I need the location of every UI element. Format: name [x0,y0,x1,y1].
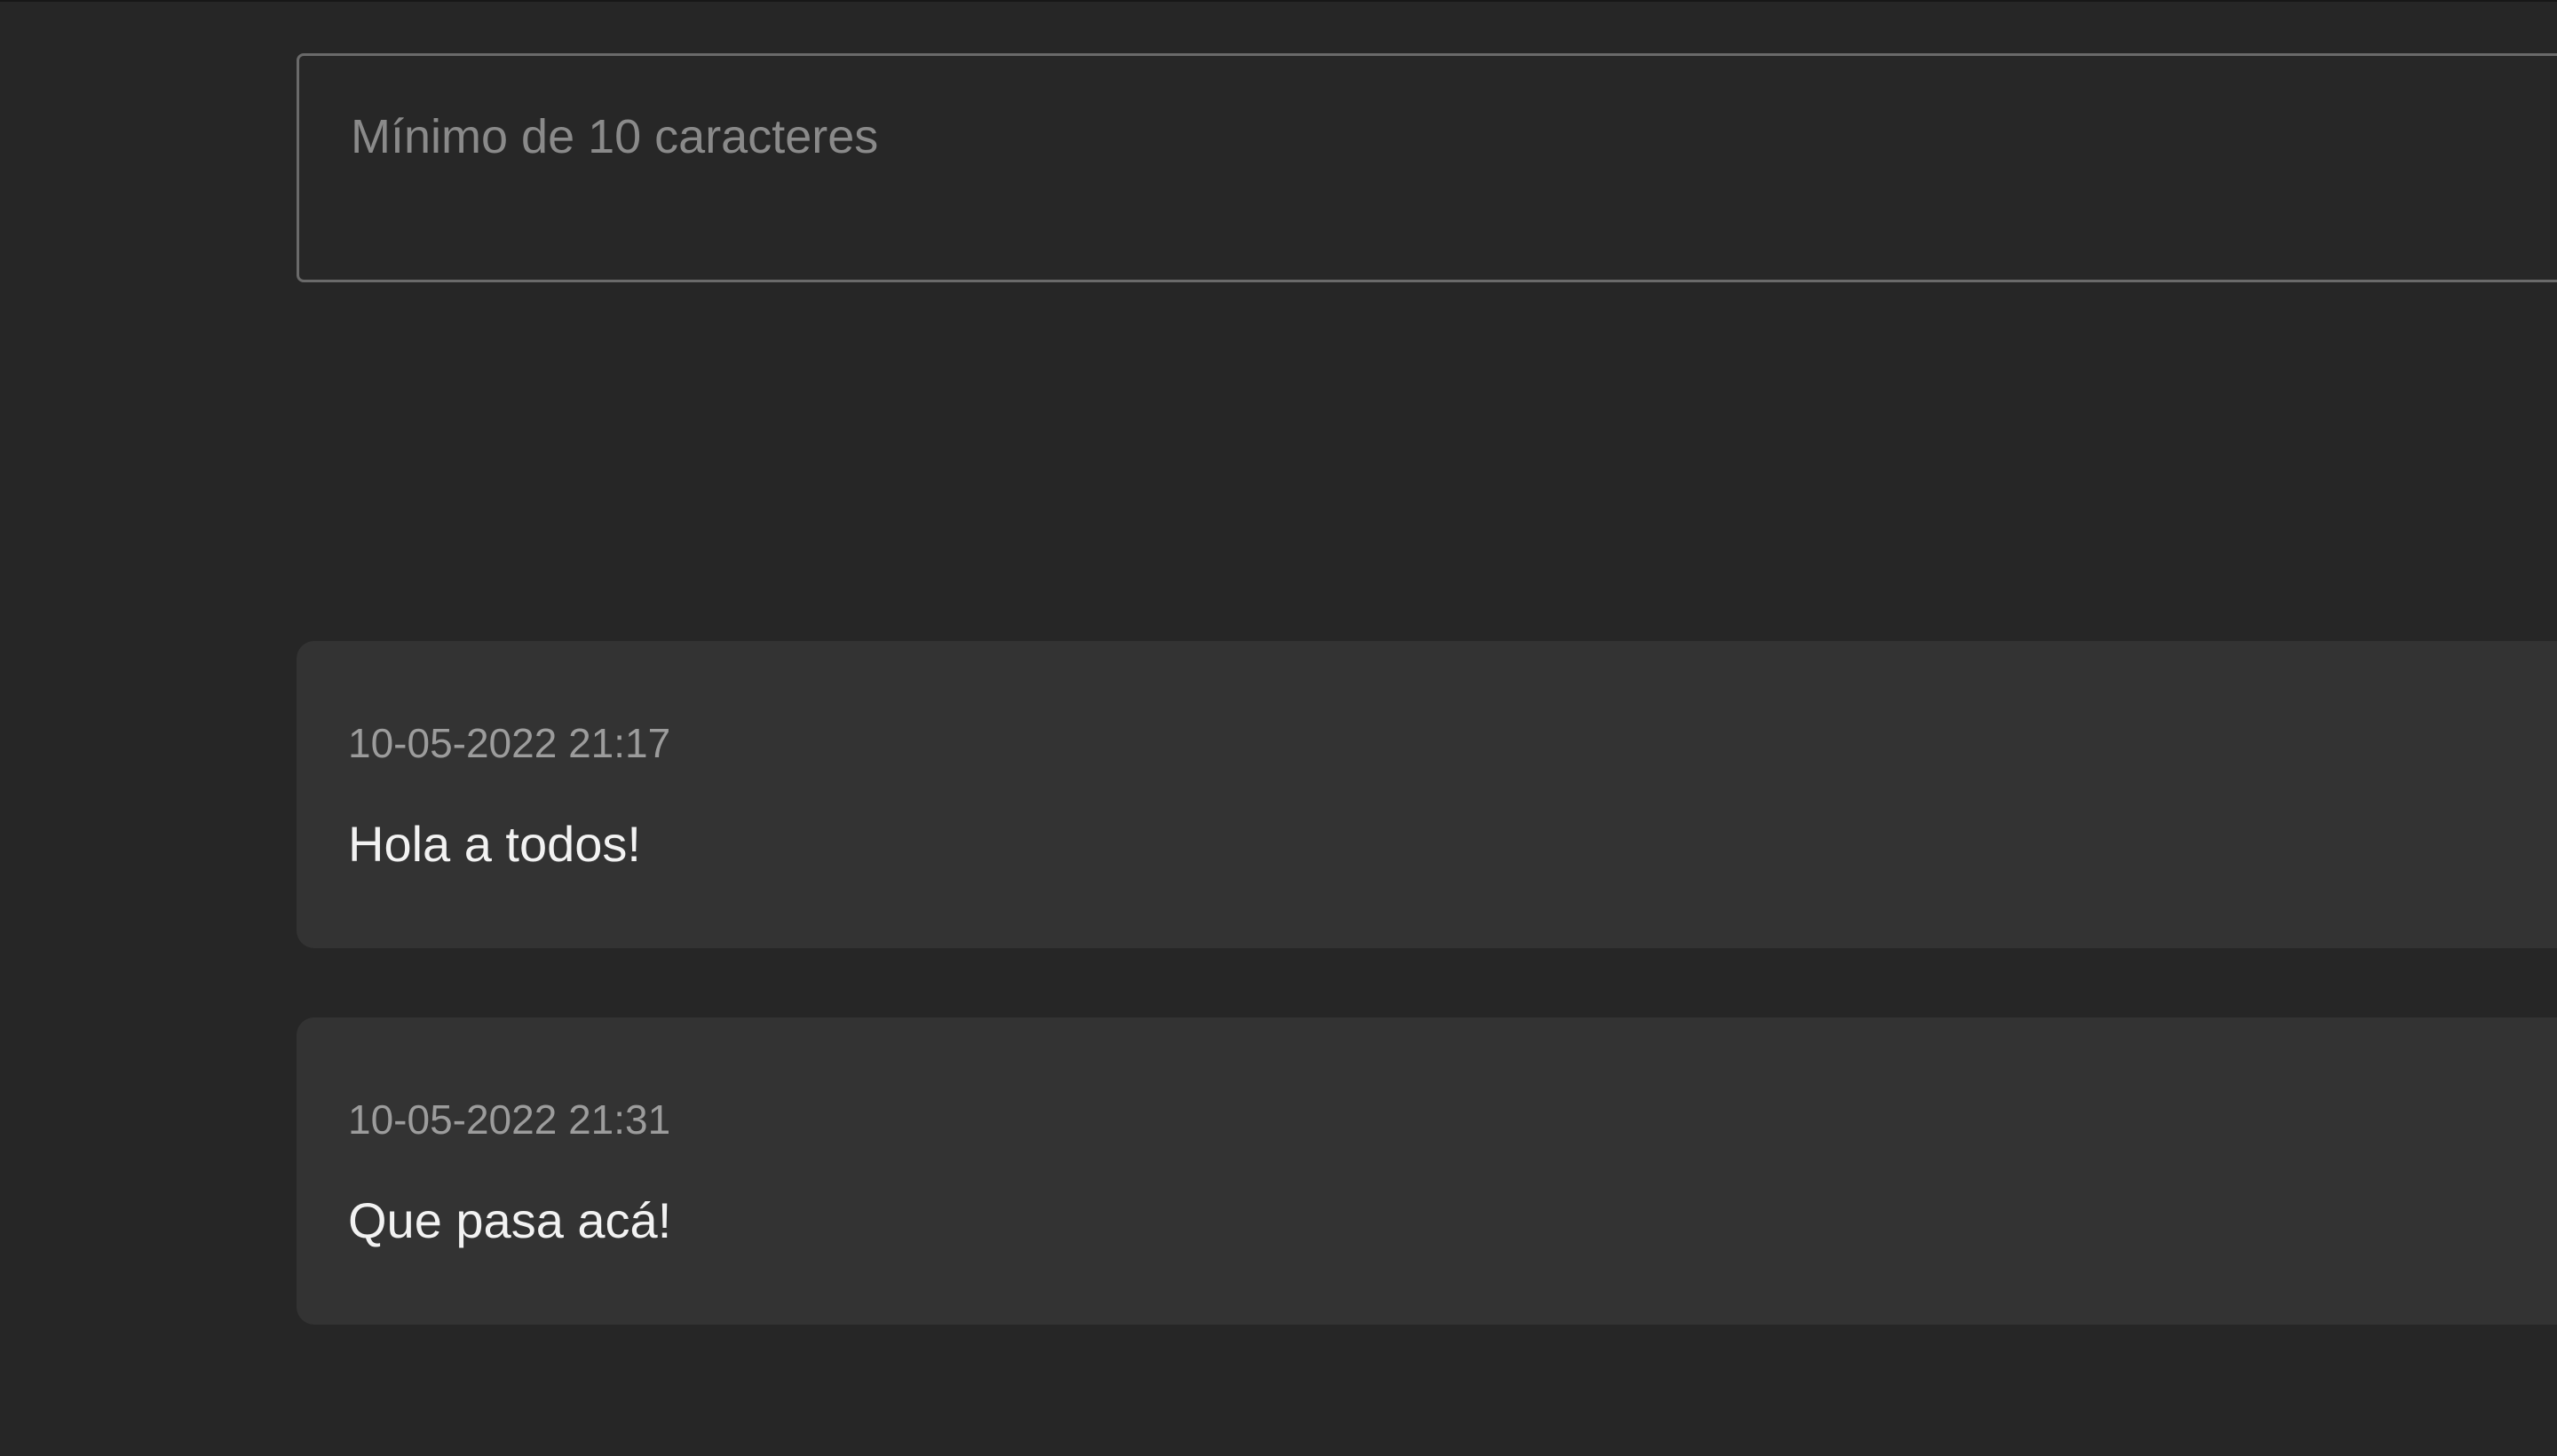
comment-card: 10-05-2022 21:17 Hola a todos! [297,641,2557,948]
comments-page: 10-05-2022 21:17 Hola a todos! 10-05-202… [0,0,2557,1456]
top-divider [0,0,2557,2]
comment-input[interactable] [297,53,2557,282]
comment-date: 10-05-2022 21:31 [348,1096,671,1143]
comment-text: Que pasa acá! [348,1192,672,1248]
comment-text: Hola a todos! [348,816,641,872]
comment-date: 10-05-2022 21:17 [348,720,671,766]
comment-card: 10-05-2022 21:31 Que pasa acá! [297,1017,2557,1325]
